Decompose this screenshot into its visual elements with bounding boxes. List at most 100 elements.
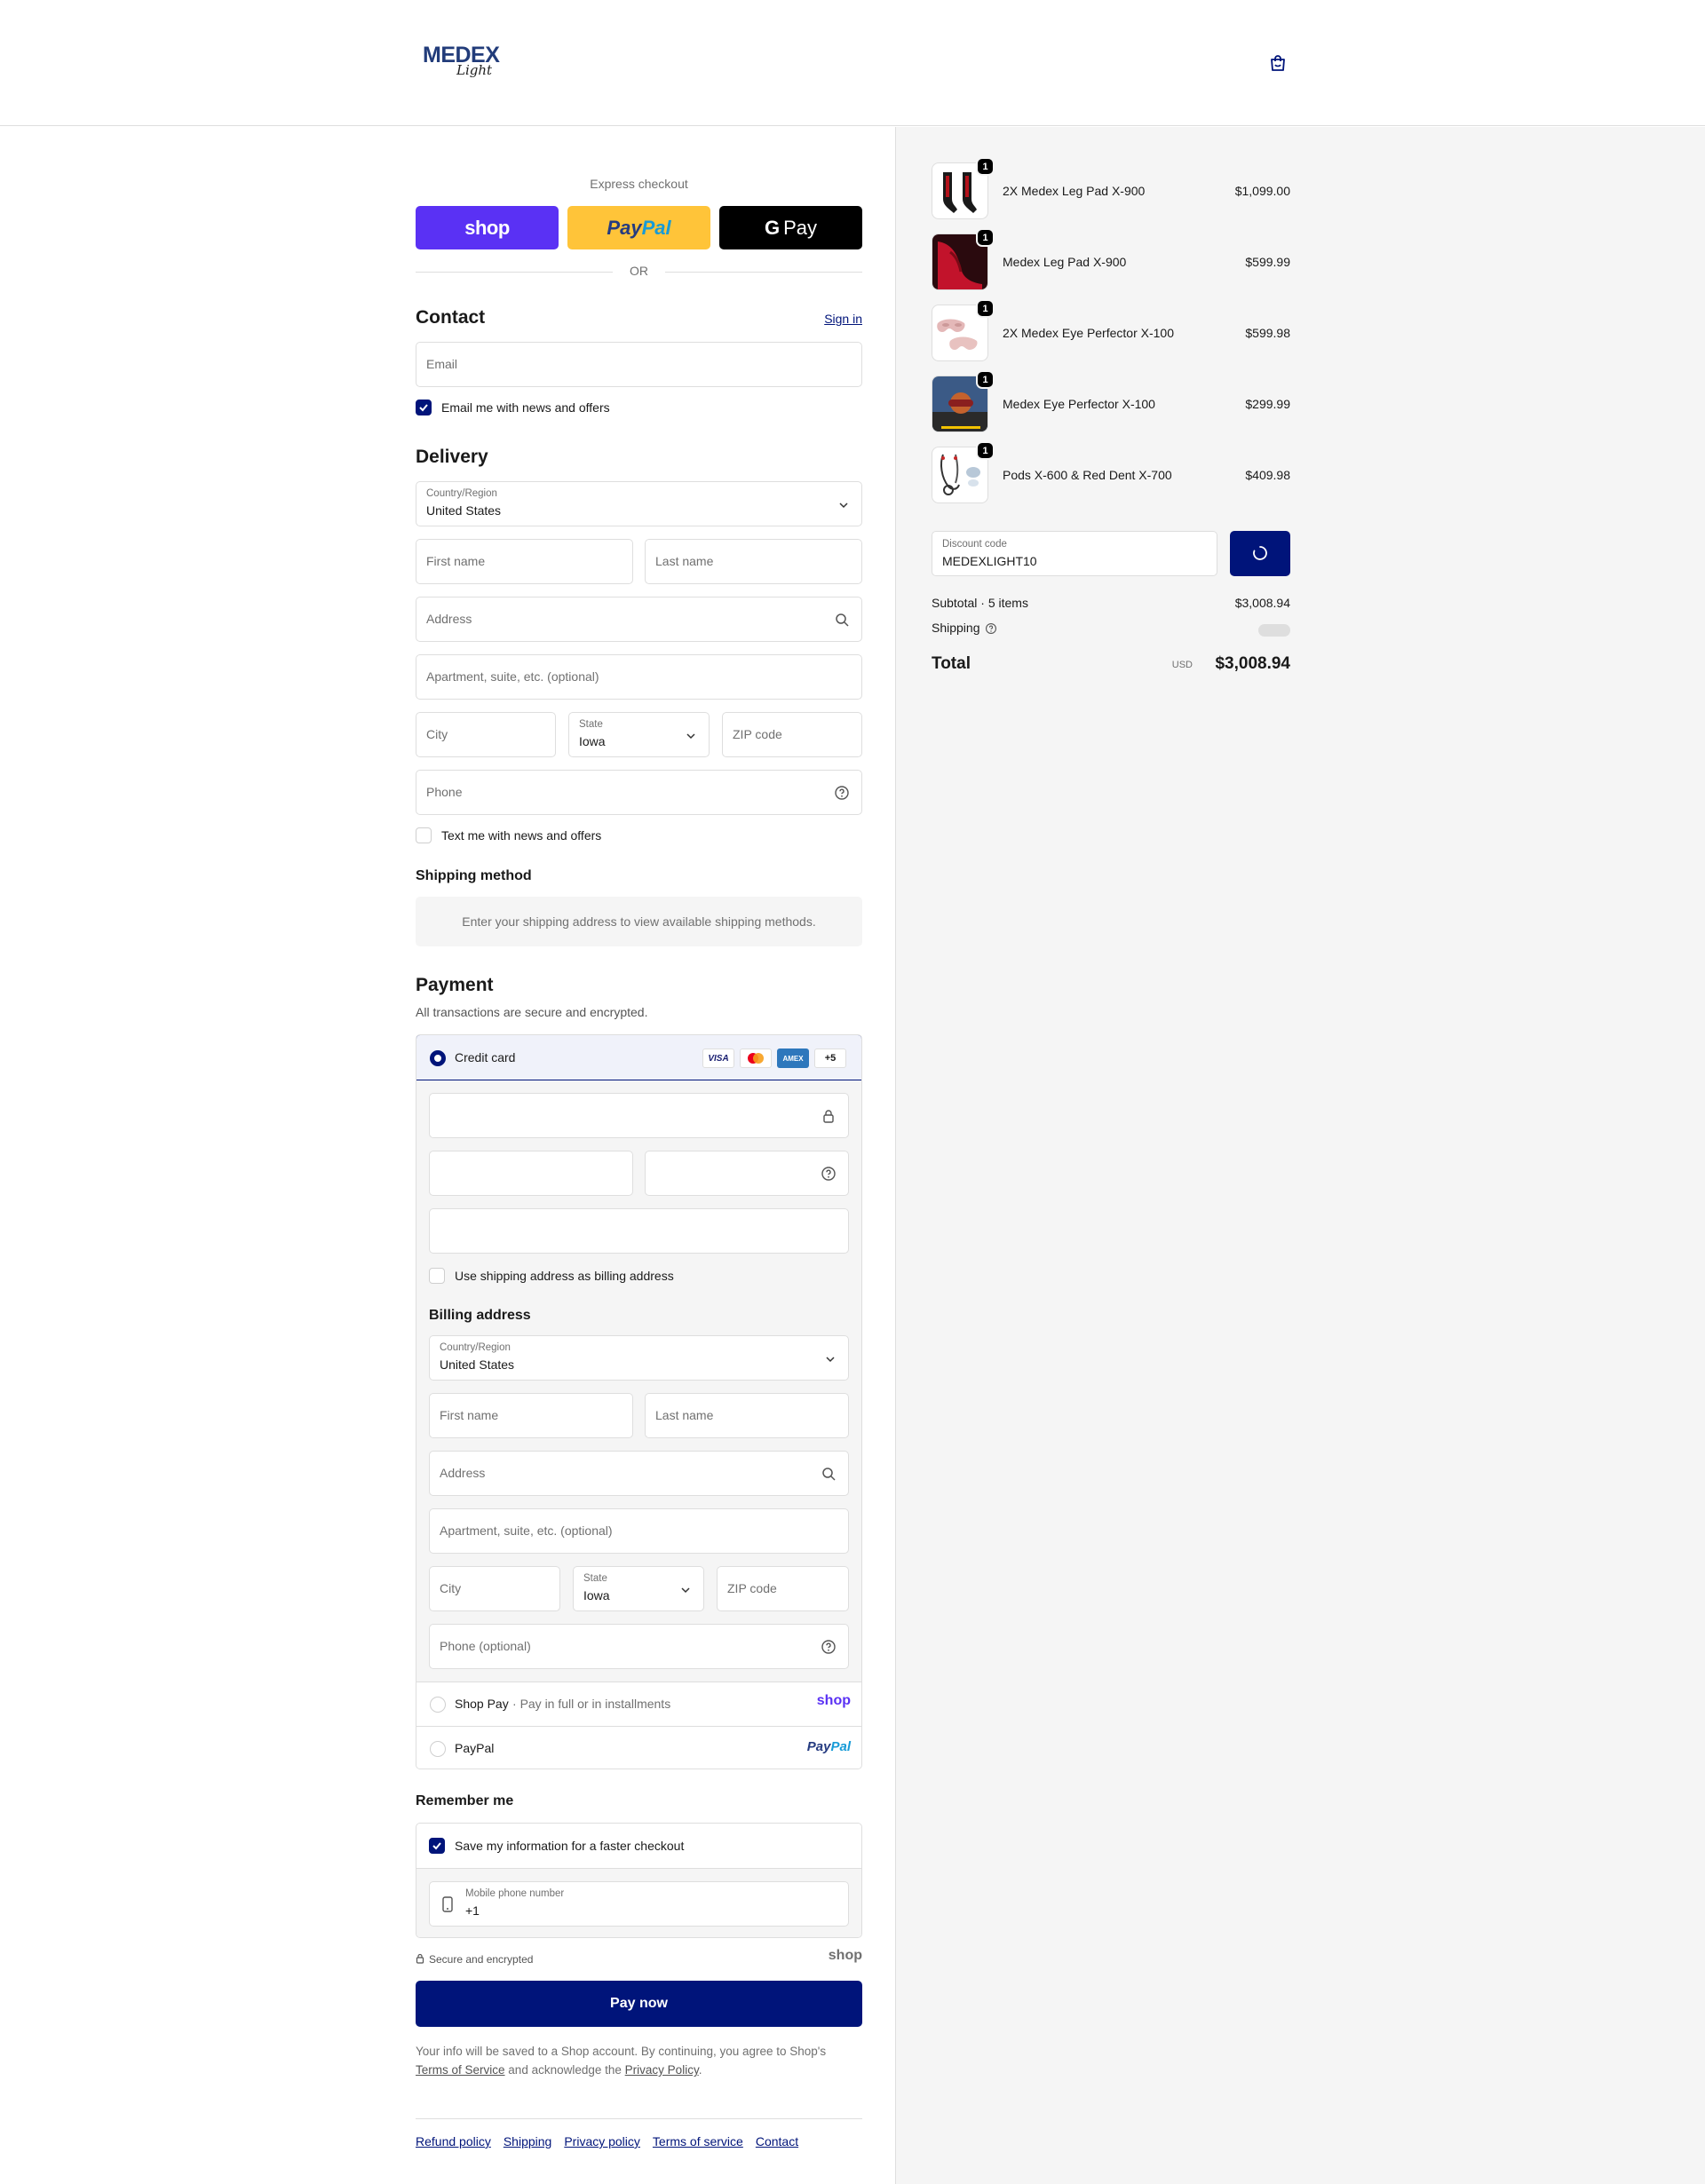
item-price: $599.98 (1245, 326, 1290, 340)
credit-card-label: Credit card (455, 1050, 516, 1064)
pay-now-button[interactable]: Pay now (416, 1981, 862, 2027)
remember-me-box: Save my information for a faster checkou… (416, 1823, 862, 1938)
credit-card-radio[interactable] (430, 1050, 446, 1066)
shipping-method-heading: Shipping method (416, 868, 532, 883)
quantity-badge: 1 (976, 228, 995, 247)
billing-last-name-field[interactable]: Last name (645, 1393, 849, 1438)
shopping-bag-icon[interactable] (1268, 53, 1288, 73)
billing-apartment-field[interactable]: Apartment, suite, etc. (optional) (429, 1508, 849, 1554)
use-shipping-as-billing-checkbox[interactable] (429, 1268, 445, 1284)
last-name-field[interactable]: Last name (645, 539, 862, 584)
item-price: $599.99 (1245, 255, 1290, 269)
google-pay-label: Pay (783, 216, 818, 239)
paypal-option[interactable]: PayPal PayPal (416, 1726, 861, 1769)
billing-state-value: Iowa (583, 1588, 610, 1602)
paypal-radio[interactable] (430, 1741, 446, 1757)
email-news-label: Email me with news and offers (441, 400, 610, 415)
quantity-badge: 1 (976, 157, 995, 176)
apartment-field[interactable]: Apartment, suite, etc. (optional) (416, 654, 862, 700)
billing-state-select[interactable]: State Iowa (573, 1566, 704, 1611)
paypal-logo: PayPal (807, 1739, 851, 1754)
mobile-phone-field[interactable]: Mobile phone number +1 (429, 1881, 849, 1927)
item-name: Medex Eye Perfector X-100 (1003, 397, 1155, 411)
paypal-logo-part2: Pal (641, 216, 671, 239)
search-icon (822, 1468, 836, 1481)
billing-address-field[interactable]: Address (429, 1451, 849, 1496)
security-code-field[interactable] (645, 1151, 849, 1196)
secure-encrypted-text: Secure and encrypted (429, 1953, 534, 1966)
text-news-checkbox[interactable] (416, 827, 432, 843)
billing-last-name-placeholder: Last name (655, 1408, 714, 1422)
help-circle-icon[interactable] (821, 1166, 837, 1182)
chevron-down-icon (681, 1587, 690, 1594)
city-field[interactable]: City (416, 712, 556, 757)
paypal-logo-part1: Pay (607, 216, 642, 239)
item-name: 2X Medex Eye Perfector X-100 (1003, 326, 1174, 340)
chevron-down-icon (839, 502, 848, 509)
country-select[interactable]: Country/Region United States (416, 481, 862, 526)
shop-logo: shop (828, 1948, 862, 1963)
sign-in-link[interactable]: Sign in (824, 312, 862, 326)
apartment-placeholder: Apartment, suite, etc. (optional) (426, 669, 599, 684)
store-logo[interactable]: MEDEX Light (421, 43, 501, 89)
discount-code-value: MEDEXLIGHT10 (942, 554, 1037, 568)
billing-country-select[interactable]: Country/Region United States (429, 1335, 849, 1381)
payment-subtitle: All transactions are secure and encrypte… (416, 1005, 648, 1019)
name-on-card-field[interactable] (429, 1208, 849, 1254)
shop-pay-logo: shop (464, 216, 510, 239)
footer-privacy-policy-link[interactable]: Privacy policy (564, 2134, 640, 2148)
terms-of-service-link[interactable]: Terms of Service (416, 2063, 505, 2077)
discount-code-field[interactable]: Discount code MEDEXLIGHT10 (932, 531, 1217, 576)
billing-zip-placeholder: ZIP code (727, 1581, 777, 1595)
footer-divider (416, 2118, 862, 2119)
legal-ack: and acknowledge the (508, 2063, 622, 2077)
mastercard-circles-icon (748, 1053, 764, 1064)
help-circle-icon[interactable] (834, 785, 850, 801)
billing-first-name-field[interactable]: First name (429, 1393, 633, 1438)
footer-contact-link[interactable]: Contact (756, 2134, 798, 2148)
phone-field[interactable]: Phone (416, 770, 862, 815)
payment-methods: Credit card VISA AMEX +5 Use shipping ad… (416, 1034, 862, 1769)
contact-heading: Contact (416, 307, 486, 328)
logo-script: Light (456, 62, 493, 78)
chevron-down-icon (686, 733, 695, 740)
email-field[interactable]: Email (416, 342, 862, 387)
loading-spinner-icon (1253, 546, 1267, 560)
legal-line: Your info will be saved to a Shop accoun… (416, 2045, 827, 2058)
help-circle-icon[interactable] (985, 622, 997, 635)
footer-shipping-link[interactable]: Shipping (504, 2134, 552, 2148)
shop-pay-logo: shop (816, 1693, 851, 1708)
billing-country-label: Country/Region (440, 1342, 511, 1353)
shop-pay-option[interactable]: Shop Pay · Pay in full or in installment… (416, 1682, 861, 1726)
email-news-checkbox[interactable] (416, 400, 432, 415)
billing-city-field[interactable]: City (429, 1566, 560, 1611)
card-number-field[interactable] (429, 1093, 849, 1138)
payment-heading: Payment (416, 975, 494, 995)
state-select[interactable]: State Iowa (568, 712, 710, 757)
item-price: $1,099.00 (1234, 184, 1290, 198)
help-circle-icon[interactable] (821, 1639, 837, 1655)
first-name-field[interactable]: First name (416, 539, 633, 584)
zip-field[interactable]: ZIP code (722, 712, 862, 757)
checkmark-icon (419, 404, 428, 412)
quantity-badge: 1 (976, 299, 995, 318)
apply-discount-button[interactable] (1230, 531, 1290, 576)
shop-pay-radio[interactable] (430, 1697, 446, 1713)
save-info-checkbox[interactable] (429, 1838, 445, 1854)
footer-refund-policy-link[interactable]: Refund policy (416, 2134, 491, 2148)
mobile-phone-value: +1 (465, 1903, 480, 1918)
billing-zip-field[interactable]: ZIP code (717, 1566, 849, 1611)
billing-phone-field[interactable]: Phone (optional) (429, 1624, 849, 1669)
paypal-express-button[interactable]: Pay Pal (567, 206, 710, 249)
google-pay-express-button[interactable]: G Pay (719, 206, 862, 249)
shop-pay-express-button[interactable]: shop (416, 206, 559, 249)
quantity-badge: 1 (976, 370, 995, 389)
privacy-policy-link[interactable]: Privacy Policy (625, 2063, 699, 2077)
first-name-placeholder: First name (426, 554, 486, 568)
footer-terms-link[interactable]: Terms of service (653, 2134, 743, 2148)
item-name: 2X Medex Leg Pad X-900 (1003, 184, 1146, 198)
shipping-method-info: Enter your shipping address to view avai… (416, 897, 862, 946)
credit-card-option[interactable]: Credit card VISA AMEX +5 (416, 1035, 861, 1080)
address-field[interactable]: Address (416, 597, 862, 642)
expiration-date-field[interactable] (429, 1151, 633, 1196)
